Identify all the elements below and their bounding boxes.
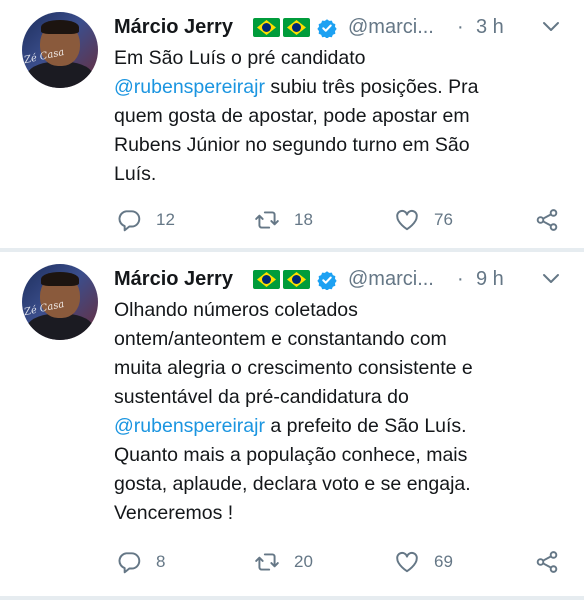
share-icon: [536, 551, 558, 573]
retweet-icon: [255, 553, 279, 571]
time-separator: ·: [457, 16, 464, 38]
time-separator: ·: [457, 268, 464, 290]
tweet[interactable]: Zé Casa Márcio Jerry @marci... · 3 h Em …: [0, 0, 584, 248]
tweet-line: @rubenspereirajr a prefeito de São Luís.: [114, 412, 554, 441]
avatar[interactable]: Zé Casa: [22, 264, 98, 340]
like-icon: [396, 551, 418, 573]
tweet[interactable]: Zé Casa Márcio Jerry @marci... · 9 h Olh…: [0, 252, 584, 596]
timestamp[interactable]: 3 h: [476, 16, 504, 39]
tweet-line: muita alegria o crescimento consistente …: [114, 357, 473, 379]
like-icon: [396, 209, 418, 231]
retweet-button[interactable]: 18: [254, 206, 313, 234]
verified-badge-icon: [317, 19, 337, 38]
tweet-text: Em São Luís o pré candidato @rubensperei…: [114, 44, 554, 189]
reply-button[interactable]: 8: [116, 548, 165, 576]
tweet-line: Em São Luís o pré candidato: [114, 47, 366, 69]
author-name[interactable]: Márcio Jerry: [114, 268, 233, 291]
tweet-line: Venceremos !: [114, 502, 234, 524]
tweet-line: quem gosta de apostar, pode apostar em: [114, 105, 470, 127]
verified-badge-icon: [317, 271, 337, 290]
brazil-flag-icon: [283, 18, 310, 37]
tweet-line: Luís.: [114, 163, 157, 185]
brazil-flag-icon: [253, 270, 280, 289]
tweet-line: Rubens Júnior no segundo turno em São: [114, 134, 470, 156]
tweet-actions: 12 18 76: [114, 206, 570, 234]
retweet-button[interactable]: 20: [254, 548, 313, 576]
avatar-hair: [41, 20, 79, 34]
chevron-down-icon[interactable]: [542, 272, 560, 286]
flags: [253, 270, 313, 289]
tweet-line-text: a prefeito de São Luís.: [270, 415, 467, 437]
tweet-line: Quanto mais a população conhece, mais: [114, 444, 468, 466]
retweet-count: 20: [294, 552, 313, 571]
tweet-text: Olhando números coletados ontem/anteonte…: [114, 296, 554, 528]
tweet-feed: Zé Casa Márcio Jerry @marci... · 3 h Em …: [0, 0, 584, 600]
tweet-line: sustentável da pré-candidatura do: [114, 386, 409, 408]
reply-icon: [118, 210, 141, 232]
share-icon: [536, 209, 558, 231]
avatar[interactable]: Zé Casa: [22, 12, 98, 88]
reply-icon: [118, 552, 141, 574]
share-button[interactable]: [534, 206, 560, 234]
retweet-icon: [255, 211, 279, 229]
chevron-down-icon[interactable]: [542, 20, 560, 34]
tweet-line: Olhando números coletados: [114, 299, 358, 321]
reply-count: 8: [156, 552, 166, 571]
like-button[interactable]: 76: [394, 206, 453, 234]
mention-link[interactable]: @rubenspereirajr: [114, 415, 265, 437]
reply-count: 12: [156, 210, 175, 229]
author-handle[interactable]: @marci...: [348, 268, 434, 291]
tweet-line: @rubenspereirajr subiu três posições. Pr…: [114, 73, 554, 102]
reply-button[interactable]: 12: [116, 206, 175, 234]
avatar-hair: [41, 272, 79, 286]
tweet-header: Márcio Jerry @marci... · 9 h: [114, 266, 568, 294]
retweet-count: 18: [294, 210, 313, 229]
brazil-flag-icon: [283, 270, 310, 289]
tweet-line-text: subiu três posições. Pra: [270, 76, 479, 98]
tweet-header: Márcio Jerry @marci... · 3 h: [114, 14, 568, 42]
like-count: 69: [434, 552, 453, 571]
author-name[interactable]: Márcio Jerry: [114, 16, 233, 39]
tweet-line: ontem/anteontem e constantando com: [114, 328, 447, 350]
like-count: 76: [434, 210, 453, 229]
tweet-line: gosta, aplaude, declara voto e se engaja…: [114, 473, 471, 495]
flags: [253, 18, 313, 37]
brazil-flag-icon: [253, 18, 280, 37]
tweet-divider: [0, 596, 584, 600]
like-button[interactable]: 69: [394, 548, 453, 576]
timestamp[interactable]: 9 h: [476, 268, 504, 291]
mention-link[interactable]: @rubenspereirajr: [114, 76, 265, 98]
tweet-actions: 8 20 69: [114, 548, 570, 576]
author-handle[interactable]: @marci...: [348, 16, 434, 39]
share-button[interactable]: [534, 548, 560, 576]
